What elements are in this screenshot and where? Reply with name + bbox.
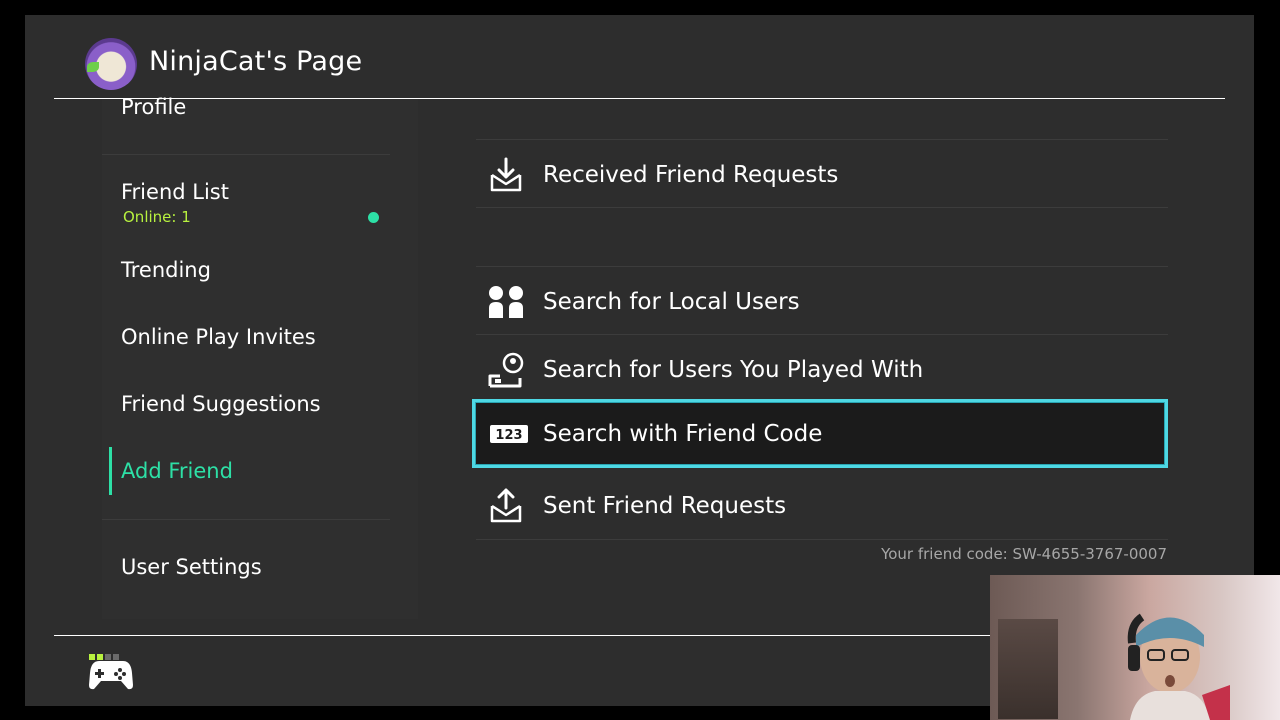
local-users-icon [489, 285, 523, 318]
controller-status [89, 645, 133, 691]
search-friend-code-item[interactable]: 123 Search with Friend Code [472, 399, 1168, 468]
online-count: Online: 1 [123, 208, 191, 226]
menu-item-label: Search for Users You Played With [543, 356, 924, 383]
menu-divider [476, 139, 1168, 140]
menu-item-label: Search with Friend Code [543, 420, 823, 447]
sidebar-divider [102, 154, 390, 155]
active-indicator [109, 447, 112, 495]
menu-divider [476, 207, 1168, 208]
webcam-person [1127, 613, 1230, 720]
sidebar-item-profile[interactable]: Profile [121, 95, 186, 119]
controller-icon [89, 661, 133, 690]
friend-code-icon: 123 [490, 424, 528, 443]
sidebar-divider [102, 519, 390, 520]
online-indicator [368, 212, 379, 223]
page-title: NinjaCat's Page [149, 46, 363, 77]
battery-dots-icon [89, 645, 121, 660]
sidebar-item-user-settings[interactable]: User Settings [121, 555, 262, 579]
sidebar-item-friend-suggestions[interactable]: Friend Suggestions [121, 392, 321, 416]
sidebar-item-trending[interactable]: Trending [121, 258, 211, 282]
webcam-overlay [990, 575, 1280, 720]
friend-code-text: Your friend code: SW-4655-3767-0007 [881, 545, 1167, 563]
page-header: NinjaCat's Page [25, 15, 1254, 99]
menu-divider [476, 266, 1168, 267]
search-played-with-item[interactable]: Search for Users You Played With [476, 336, 1168, 403]
sidebar-item-friend-list[interactable]: Friend List [121, 180, 229, 204]
sent-friend-requests-item[interactable]: Sent Friend Requests [476, 472, 1168, 539]
download-inbox-icon [490, 157, 522, 191]
received-friend-requests-item[interactable]: Received Friend Requests [476, 141, 1168, 208]
sidebar-item-add-friend[interactable]: Add Friend [121, 459, 233, 483]
menu-item-label: Search for Local Users [543, 288, 800, 315]
menu-item-label: Sent Friend Requests [543, 492, 787, 519]
menu-divider [476, 334, 1168, 335]
webcam-background-shelf [998, 619, 1058, 719]
search-local-users-item[interactable]: Search for Local Users [476, 268, 1168, 335]
avatar-leaf-icon [87, 62, 99, 72]
user-avatar[interactable] [85, 38, 137, 90]
played-with-icon [488, 352, 524, 387]
menu-divider [476, 539, 1168, 540]
upload-outbox-icon [490, 488, 522, 522]
menu-item-label: Received Friend Requests [543, 161, 839, 188]
sidebar-item-online-play-invites[interactable]: Online Play Invites [121, 325, 316, 349]
sidebar: Profile Friend List Online: 1 Trending O… [102, 95, 418, 619]
svg-text:123: 123 [495, 428, 522, 443]
